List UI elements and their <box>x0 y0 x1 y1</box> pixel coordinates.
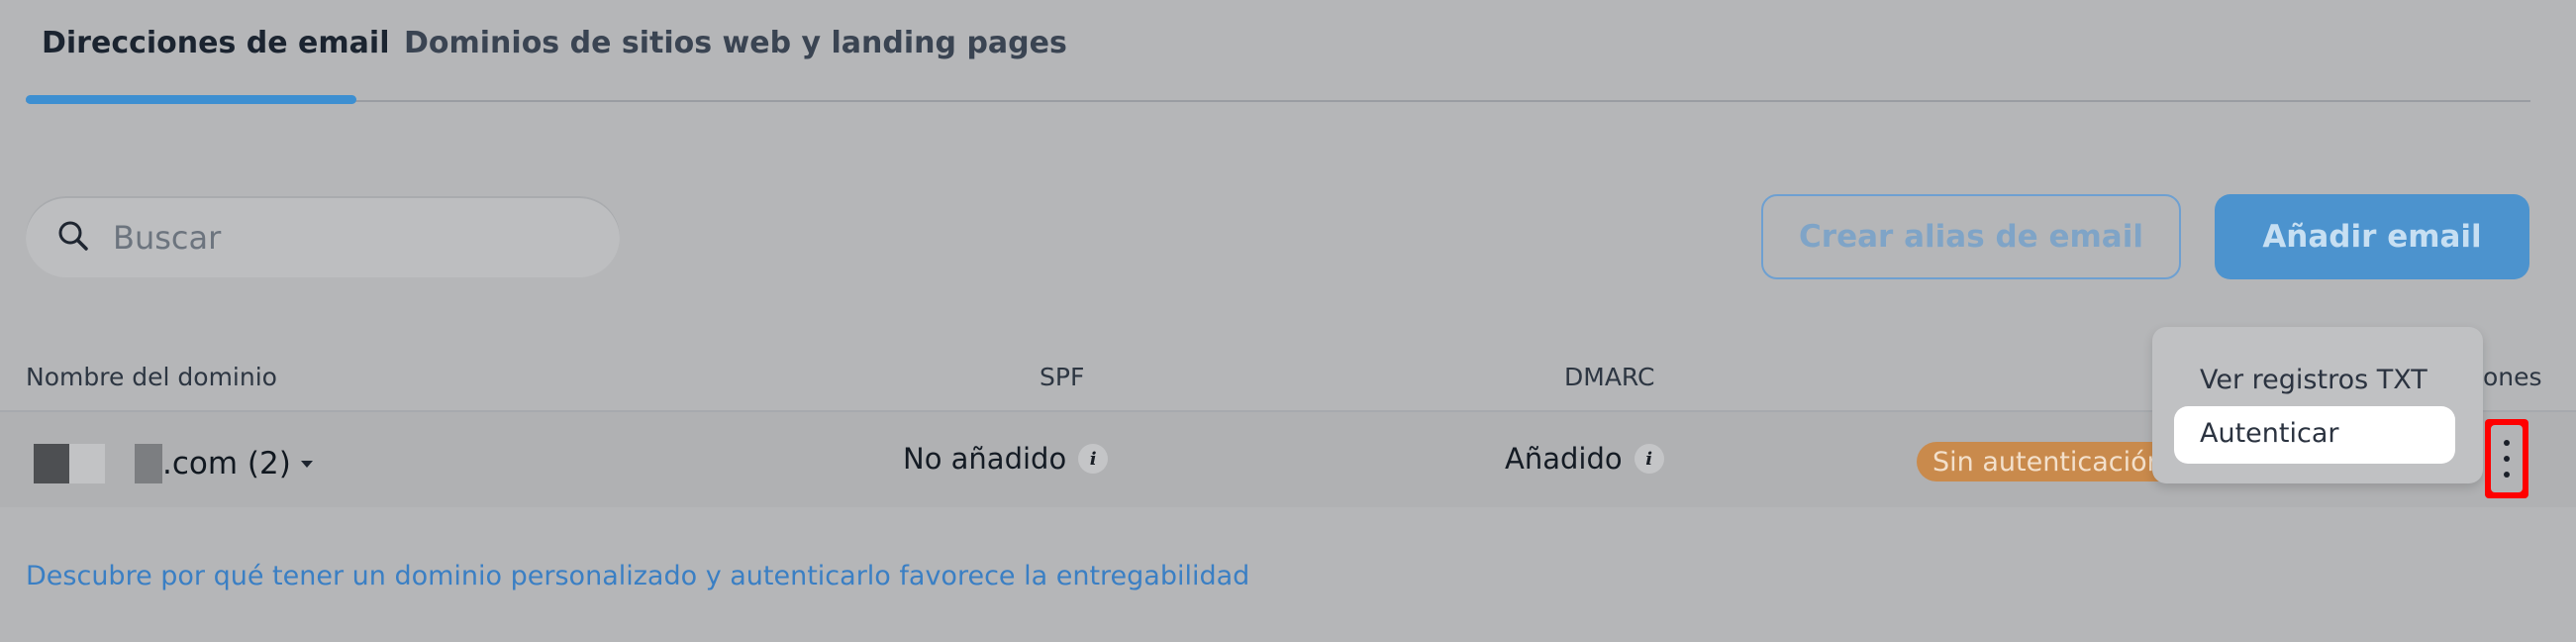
column-header-domain: Nombre del dominio <box>26 363 277 391</box>
tab-website-domains[interactable]: Dominios de sitios web y landing pages <box>404 26 1067 60</box>
menu-item-view-txt-records[interactable]: Ver registros TXT <box>2200 365 2427 395</box>
info-icon[interactable]: i <box>1634 444 1664 474</box>
tab-bar: Direcciones de email Dominios de sitios … <box>26 0 2530 104</box>
row-actions-button[interactable] <box>2485 419 2528 498</box>
search-icon <box>58 221 88 251</box>
spf-status: No añadido <box>903 442 1067 476</box>
redacted-block <box>34 444 69 483</box>
domain-cell[interactable]: .com (2) <box>34 444 313 483</box>
tab-email-addresses[interactable]: Direcciones de email <box>42 26 389 60</box>
redacted-block <box>135 444 162 483</box>
column-header-spf: SPF <box>1040 363 1085 391</box>
deliverability-info-link[interactable]: Descubre por qué tener un dominio person… <box>26 561 1249 591</box>
redacted-block <box>69 444 105 483</box>
more-vertical-icon <box>2491 425 2523 492</box>
active-tab-indicator <box>26 95 356 104</box>
domain-name: .com (2) <box>162 446 291 482</box>
actions-dropdown-menu: Ver registros TXT Autenticar <box>2152 327 2483 483</box>
search-input[interactable] <box>111 210 590 266</box>
menu-item-authenticate[interactable]: Autenticar <box>2200 418 2338 449</box>
dmarc-cell: Añadido i <box>1505 442 1664 476</box>
search-box <box>26 196 620 277</box>
caret-down-icon[interactable] <box>300 460 313 468</box>
spf-cell: No añadido i <box>903 442 1109 476</box>
column-header-dmarc: DMARC <box>1564 363 1655 391</box>
column-header-actions: ones <box>2483 363 2542 391</box>
dmarc-status: Añadido <box>1505 442 1623 476</box>
create-email-alias-button[interactable]: Crear alias de email <box>1761 194 2181 279</box>
info-icon[interactable]: i <box>1078 444 1109 474</box>
add-email-button[interactable]: Añadir email <box>2215 194 2529 279</box>
